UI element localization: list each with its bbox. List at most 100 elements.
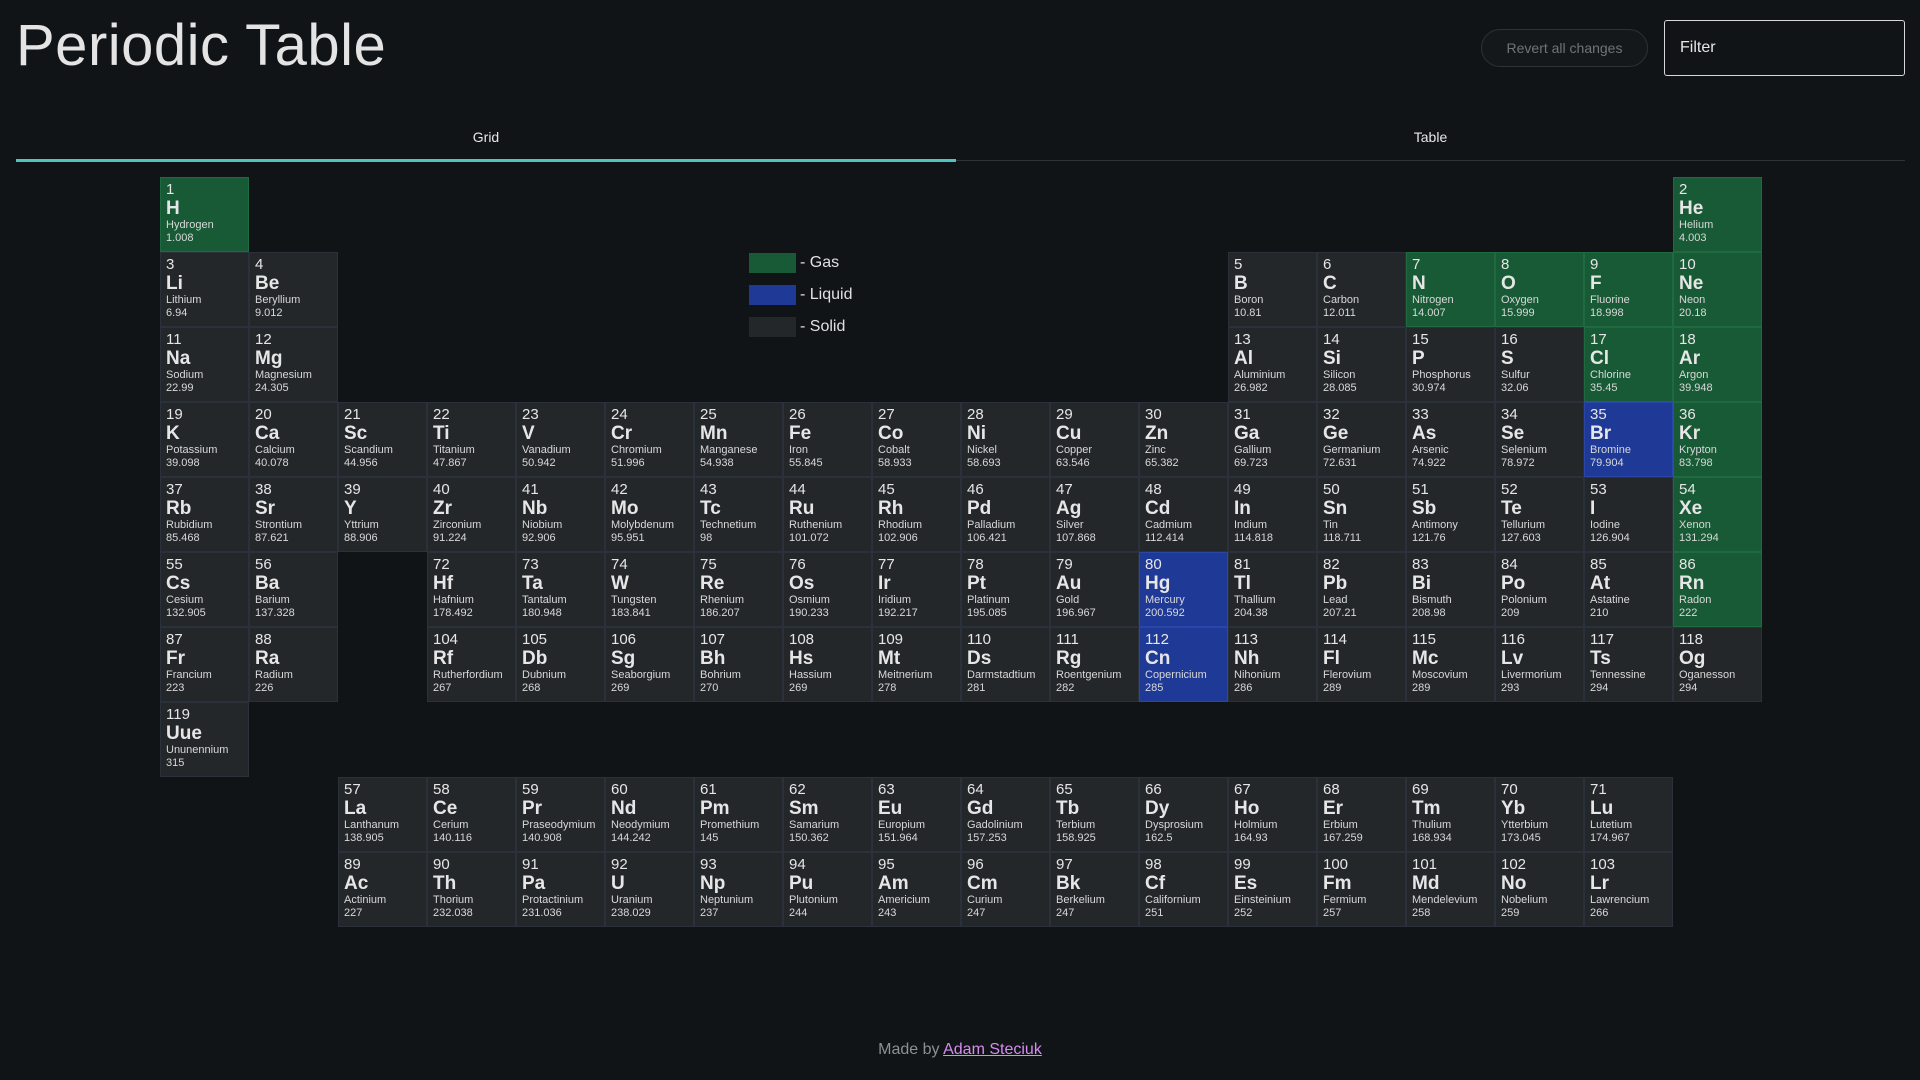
element-tile-protactinium[interactable]: 91 Pa Protactinium 231.036	[516, 852, 605, 927]
element-tile-magnesium[interactable]: 12 Mg Magnesium 24.305	[249, 327, 338, 402]
element-tile-boron[interactable]: 5 B Boron 10.81	[1228, 252, 1317, 327]
element-tile-promethium[interactable]: 61 Pm Promethium 145	[694, 777, 783, 852]
element-tile-carbon[interactable]: 6 C Carbon 12.011	[1317, 252, 1406, 327]
element-tile-nitrogen[interactable]: 7 N Nitrogen 14.007	[1406, 252, 1495, 327]
element-tile-oxygen[interactable]: 8 O Oxygen 15.999	[1495, 252, 1584, 327]
element-tile-uranium[interactable]: 92 U Uranium 238.029	[605, 852, 694, 927]
element-tile-lithium[interactable]: 3 Li Lithium 6.94	[160, 252, 249, 327]
element-tile-bromine[interactable]: 35 Br Bromine 79.904	[1584, 402, 1673, 477]
element-tile-cadmium[interactable]: 48 Cd Cadmium 112.414	[1139, 477, 1228, 552]
element-tile-ruthenium[interactable]: 44 Ru Ruthenium 101.072	[783, 477, 872, 552]
element-tile-iridium[interactable]: 77 Ir Iridium 192.217	[872, 552, 961, 627]
element-tile-meitnerium[interactable]: 109 Mt Meitnerium 278	[872, 627, 961, 702]
element-tile-lanthanum[interactable]: 57 La Lanthanum 138.905	[338, 777, 427, 852]
revert-all-changes-button[interactable]: Revert all changes	[1481, 29, 1648, 67]
filter-input[interactable]	[1664, 20, 1905, 76]
element-tile-arsenic[interactable]: 33 As Arsenic 74.922	[1406, 402, 1495, 477]
element-tile-antimony[interactable]: 51 Sb Antimony 121.76	[1406, 477, 1495, 552]
element-tile-fermium[interactable]: 100 Fm Fermium 257	[1317, 852, 1406, 927]
element-tile-lawrencium[interactable]: 103 Lr Lawrencium 266	[1584, 852, 1673, 927]
element-tile-gadolinium[interactable]: 64 Gd Gadolinium 157.253	[961, 777, 1050, 852]
element-tile-nickel[interactable]: 28 Ni Nickel 58.693	[961, 402, 1050, 477]
element-tile-dysprosium[interactable]: 66 Dy Dysprosium 162.5	[1139, 777, 1228, 852]
author-link[interactable]: Adam Steciuk	[943, 1041, 1042, 1058]
element-tile-tungsten[interactable]: 74 W Tungsten 183.841	[605, 552, 694, 627]
element-tile-nobelium[interactable]: 102 No Nobelium 259	[1495, 852, 1584, 927]
element-tile-nihonium[interactable]: 113 Nh Nihonium 286	[1228, 627, 1317, 702]
element-tile-hassium[interactable]: 108 Hs Hassium 269	[783, 627, 872, 702]
element-tile-neodymium[interactable]: 60 Nd Neodymium 144.242	[605, 777, 694, 852]
element-tile-thorium[interactable]: 90 Th Thorium 232.038	[427, 852, 516, 927]
element-tile-rutherfordium[interactable]: 104 Rf Rutherfordium 267	[427, 627, 516, 702]
element-tile-sodium[interactable]: 11 Na Sodium 22.99	[160, 327, 249, 402]
element-tile-aluminium[interactable]: 13 Al Aluminium 26.982	[1228, 327, 1317, 402]
element-tile-mendelevium[interactable]: 101 Md Mendelevium 258	[1406, 852, 1495, 927]
element-tile-palladium[interactable]: 46 Pd Palladium 106.421	[961, 477, 1050, 552]
element-tile-niobium[interactable]: 41 Nb Niobium 92.906	[516, 477, 605, 552]
element-tile-einsteinium[interactable]: 99 Es Einsteinium 252	[1228, 852, 1317, 927]
element-tile-erbium[interactable]: 68 Er Erbium 167.259	[1317, 777, 1406, 852]
element-tile-curium[interactable]: 96 Cm Curium 247	[961, 852, 1050, 927]
element-tile-actinium[interactable]: 89 Ac Actinium 227	[338, 852, 427, 927]
element-tile-rhodium[interactable]: 45 Rh Rhodium 102.906	[872, 477, 961, 552]
element-tile-tin[interactable]: 50 Sn Tin 118.711	[1317, 477, 1406, 552]
element-tile-bohrium[interactable]: 107 Bh Bohrium 270	[694, 627, 783, 702]
element-tile-mercury[interactable]: 80 Hg Mercury 200.592	[1139, 552, 1228, 627]
element-tile-beryllium[interactable]: 4 Be Beryllium 9.012	[249, 252, 338, 327]
element-tile-hydrogen[interactable]: 1 H Hydrogen 1.008	[160, 177, 249, 252]
element-tile-neptunium[interactable]: 93 Np Neptunium 237	[694, 852, 783, 927]
element-tile-polonium[interactable]: 84 Po Polonium 209	[1495, 552, 1584, 627]
element-tile-zinc[interactable]: 30 Zn Zinc 65.382	[1139, 402, 1228, 477]
element-tile-radon[interactable]: 86 Rn Radon 222	[1673, 552, 1762, 627]
element-tile-dubnium[interactable]: 105 Db Dubnium 268	[516, 627, 605, 702]
element-tile-terbium[interactable]: 65 Tb Terbium 158.925	[1050, 777, 1139, 852]
element-tile-cerium[interactable]: 58 Ce Cerium 140.116	[427, 777, 516, 852]
element-tile-tennessine[interactable]: 117 Ts Tennessine 294	[1584, 627, 1673, 702]
element-tile-iron[interactable]: 26 Fe Iron 55.845	[783, 402, 872, 477]
tab-grid[interactable]: Grid	[16, 114, 956, 160]
element-tile-osmium[interactable]: 76 Os Osmium 190.233	[783, 552, 872, 627]
element-tile-seaborgium[interactable]: 106 Sg Seaborgium 269	[605, 627, 694, 702]
element-tile-calcium[interactable]: 20 Ca Calcium 40.078	[249, 402, 338, 477]
element-tile-plutonium[interactable]: 94 Pu Plutonium 244	[783, 852, 872, 927]
element-tile-helium[interactable]: 2 He Helium 4.003	[1673, 177, 1762, 252]
element-tile-chlorine[interactable]: 17 Cl Chlorine 35.45	[1584, 327, 1673, 402]
element-tile-scandium[interactable]: 21 Sc Scandium 44.956	[338, 402, 427, 477]
element-tile-flerovium[interactable]: 114 Fl Flerovium 289	[1317, 627, 1406, 702]
element-tile-strontium[interactable]: 38 Sr Strontium 87.621	[249, 477, 338, 552]
element-tile-hafnium[interactable]: 72 Hf Hafnium 178.492	[427, 552, 516, 627]
element-tile-germanium[interactable]: 32 Ge Germanium 72.631	[1317, 402, 1406, 477]
element-tile-holmium[interactable]: 67 Ho Holmium 164.93	[1228, 777, 1317, 852]
element-tile-neon[interactable]: 10 Ne Neon 20.18	[1673, 252, 1762, 327]
element-tile-indium[interactable]: 49 In Indium 114.818	[1228, 477, 1317, 552]
element-tile-praseodymium[interactable]: 59 Pr Praseodymium 140.908	[516, 777, 605, 852]
element-tile-cesium[interactable]: 55 Cs Cesium 132.905	[160, 552, 249, 627]
element-tile-potassium[interactable]: 19 K Potassium 39.098	[160, 402, 249, 477]
element-tile-zirconium[interactable]: 40 Zr Zirconium 91.224	[427, 477, 516, 552]
element-tile-thallium[interactable]: 81 Tl Thallium 204.38	[1228, 552, 1317, 627]
element-tile-selenium[interactable]: 34 Se Selenium 78.972	[1495, 402, 1584, 477]
element-tile-californium[interactable]: 98 Cf Californium 251	[1139, 852, 1228, 927]
element-tile-samarium[interactable]: 62 Sm Samarium 150.362	[783, 777, 872, 852]
element-tile-roentgenium[interactable]: 111 Rg Roentgenium 282	[1050, 627, 1139, 702]
element-tile-fluorine[interactable]: 9 F Fluorine 18.998	[1584, 252, 1673, 327]
element-tile-ununennium[interactable]: 119 Uue Ununennium 315	[160, 702, 249, 777]
element-tile-livermorium[interactable]: 116 Lv Livermorium 293	[1495, 627, 1584, 702]
element-tile-platinum[interactable]: 78 Pt Platinum 195.085	[961, 552, 1050, 627]
element-tile-astatine[interactable]: 85 At Astatine 210	[1584, 552, 1673, 627]
element-tile-krypton[interactable]: 36 Kr Krypton 83.798	[1673, 402, 1762, 477]
element-tile-gold[interactable]: 79 Au Gold 196.967	[1050, 552, 1139, 627]
element-tile-darmstadtium[interactable]: 110 Ds Darmstadtium 281	[961, 627, 1050, 702]
element-tile-americium[interactable]: 95 Am Americium 243	[872, 852, 961, 927]
element-tile-molybdenum[interactable]: 42 Mo Molybdenum 95.951	[605, 477, 694, 552]
element-tile-francium[interactable]: 87 Fr Francium 223	[160, 627, 249, 702]
element-tile-rhenium[interactable]: 75 Re Rhenium 186.207	[694, 552, 783, 627]
element-tile-lead[interactable]: 82 Pb Lead 207.21	[1317, 552, 1406, 627]
element-tile-ytterbium[interactable]: 70 Yb Ytterbium 173.045	[1495, 777, 1584, 852]
element-tile-europium[interactable]: 63 Eu Europium 151.964	[872, 777, 961, 852]
element-tile-technetium[interactable]: 43 Tc Technetium 98	[694, 477, 783, 552]
element-tile-iodine[interactable]: 53 I Iodine 126.904	[1584, 477, 1673, 552]
element-tile-copper[interactable]: 29 Cu Copper 63.546	[1050, 402, 1139, 477]
element-tile-oganesson[interactable]: 118 Og Oganesson 294	[1673, 627, 1762, 702]
element-tile-bismuth[interactable]: 83 Bi Bismuth 208.98	[1406, 552, 1495, 627]
